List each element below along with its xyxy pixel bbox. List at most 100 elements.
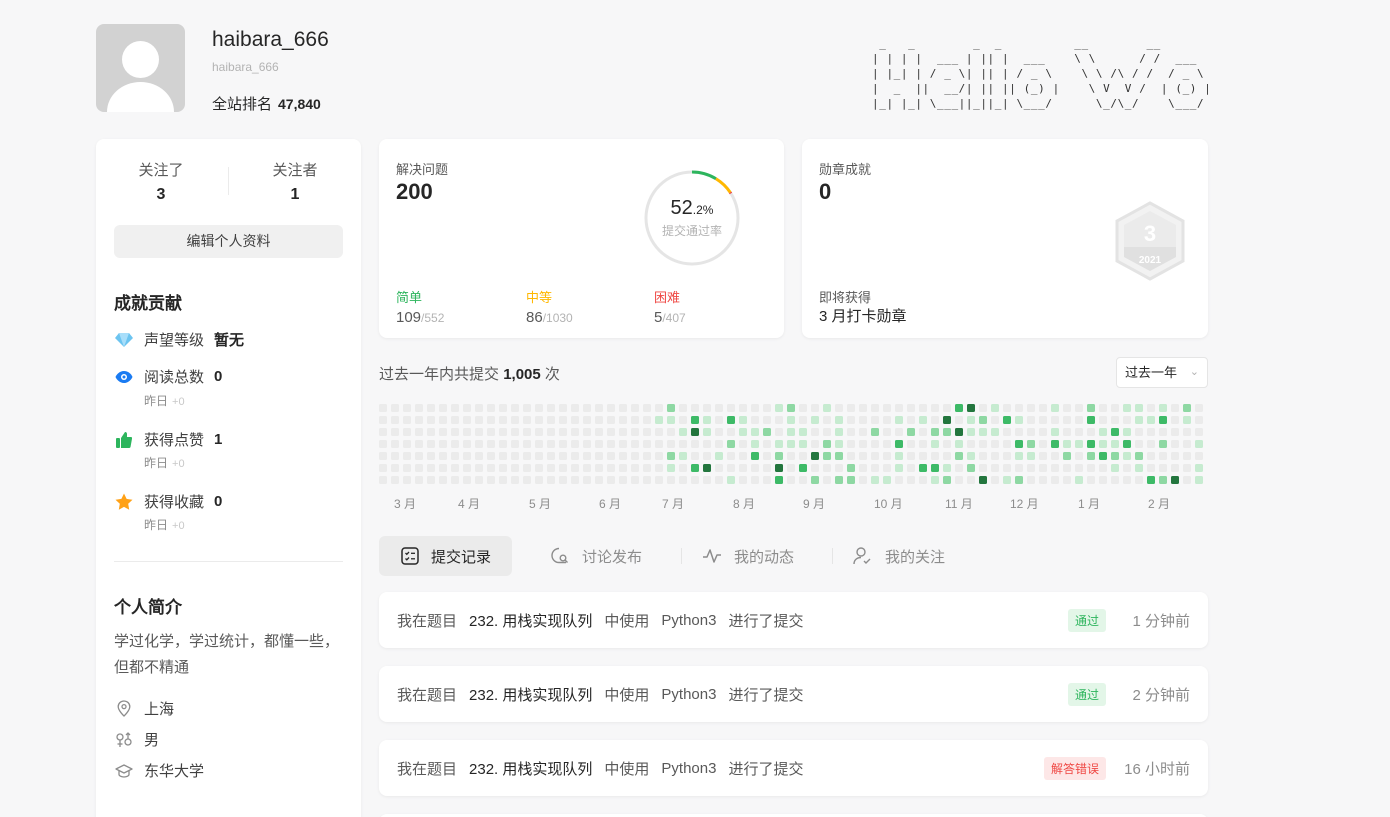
heatmap-cell — [511, 440, 519, 448]
heatmap-cell — [799, 476, 807, 484]
badge-icon[interactable]: 3 2021 — [1114, 201, 1186, 281]
tab-activity[interactable]: 我的动态 — [702, 536, 794, 576]
heatmap-cell — [631, 464, 639, 472]
following-label: 关注了 — [138, 162, 184, 179]
heatmap-cell — [859, 464, 867, 472]
heatmap-cell — [1039, 452, 1047, 460]
heatmap-cell — [859, 428, 867, 436]
heatmap-cell — [871, 404, 879, 412]
heatmap-cell — [1147, 464, 1155, 472]
summary-count: 1,005 — [503, 366, 541, 383]
heatmap-cell — [703, 476, 711, 484]
heatmap-cell — [607, 404, 615, 412]
heatmap-cell — [523, 404, 531, 412]
submission-prefix: 我在题目 — [397, 760, 458, 778]
heatmap-cell — [415, 464, 423, 472]
heatmap-cell — [979, 428, 987, 436]
avatar[interactable] — [96, 24, 185, 112]
heatmap-cell — [967, 476, 975, 484]
heatmap-cell — [655, 428, 663, 436]
problem-link[interactable]: 232. 用栈实现队列 — [469, 610, 592, 631]
heatmap-cell — [979, 416, 987, 424]
heatmap-cell — [739, 440, 747, 448]
heatmap-cell — [775, 476, 783, 484]
heatmap-cell — [499, 476, 507, 484]
heatmap-cell — [967, 452, 975, 460]
heatmap-cell — [991, 404, 999, 412]
heatmap-cell — [595, 440, 603, 448]
heatmap-cell — [775, 452, 783, 460]
heatmap-cell — [655, 452, 663, 460]
heatmap-cell — [931, 404, 939, 412]
heatmap-cell — [787, 464, 795, 472]
ascii-art: _ _ _ _ __ __ _ _ | | | | ___ | || | ___… — [872, 37, 1208, 110]
heatmap-cell — [487, 440, 495, 448]
heatmap-cell — [391, 416, 399, 424]
problem-link[interactable]: 232. 用栈实现队列 — [469, 758, 592, 779]
heatmap-cell — [811, 476, 819, 484]
yesterday-label: 昨日 — [144, 394, 169, 408]
heatmap-cell — [1027, 440, 1035, 448]
month-label: 3 月 — [394, 497, 417, 511]
heatmap-cell — [715, 416, 723, 424]
heatmap-cell — [1195, 452, 1203, 460]
submission-row[interactable]: 我在题目 232. 用栈实现队列 中使用 Python3 进行了提交 通过 2 … — [379, 666, 1208, 722]
rank-label: 全站排名 — [212, 96, 273, 113]
heatmap-cell — [379, 476, 387, 484]
heatmap-cell — [727, 428, 735, 436]
heatmap-cell — [379, 404, 387, 412]
heatmap-cell — [883, 452, 891, 460]
heatmap-cell — [691, 440, 699, 448]
heatmap-cell — [463, 416, 471, 424]
range-select-value: 过去一年 — [1125, 365, 1178, 380]
heatmap-cell — [895, 464, 903, 472]
month-label: 12 月 — [1010, 497, 1039, 511]
month-label: 11 月 — [945, 497, 973, 511]
heatmap-cell — [979, 476, 987, 484]
heatmap-cell — [583, 440, 591, 448]
heatmap-cell — [463, 440, 471, 448]
tab-submissions[interactable]: 提交记录 — [379, 536, 512, 576]
heatmap-cell — [571, 440, 579, 448]
heatmap-cell — [739, 452, 747, 460]
heatmap-cell — [667, 428, 675, 436]
heatmap-cell — [1063, 416, 1071, 424]
heatmap-cell — [955, 428, 963, 436]
followers-stat[interactable]: 关注者 1 — [230, 159, 360, 204]
submission-row[interactable]: 我在题目 232. 用栈实现队列 中使用 Python3 进行了提交 解答错误 … — [379, 740, 1208, 796]
heatmap-cell — [511, 476, 519, 484]
submission-language: Python3 — [661, 611, 717, 629]
tab-discussions[interactable]: 讨论发布 — [550, 536, 642, 576]
following-stat[interactable]: 关注了 3 — [96, 159, 226, 204]
submission-row[interactable]: 我在题目 232. 用栈实现队列 中使用 Python3 进行了提交 通过 1 … — [379, 592, 1208, 648]
hard-stat: 困难 5/407 — [654, 287, 686, 326]
summary-suffix: 次 — [544, 366, 560, 383]
tab-following[interactable]: 我的关注 — [853, 536, 945, 576]
heatmap-cell — [763, 428, 771, 436]
heatmap-cell — [511, 404, 519, 412]
edit-profile-button[interactable]: 编辑个人资料 — [114, 225, 343, 258]
heatmap-cell — [943, 440, 951, 448]
heatmap-cell — [439, 476, 447, 484]
chevron-down-icon: ⌄ — [1189, 366, 1199, 378]
heatmap-cell — [1027, 452, 1035, 460]
heatmap-cell — [715, 404, 723, 412]
heatmap-cell — [1123, 428, 1131, 436]
heatmap-cell — [1039, 476, 1047, 484]
heatmap-cell — [967, 440, 975, 448]
achievements-title: 成就贡献 — [114, 294, 182, 313]
heatmap-cell — [739, 404, 747, 412]
heatmap-cell — [1015, 428, 1023, 436]
heatmap-cell — [451, 428, 459, 436]
range-select[interactable]: 过去一年 ⌄ — [1116, 357, 1208, 388]
heatmap-cell — [1099, 440, 1107, 448]
heatmap-cell — [415, 452, 423, 460]
heatmap-cell — [1087, 428, 1095, 436]
heatmap-cell — [871, 428, 879, 436]
heatmap-cell — [907, 452, 915, 460]
heatmap-cell — [943, 416, 951, 424]
problem-link[interactable]: 232. 用栈实现队列 — [469, 684, 592, 705]
solved-label: 解决问题 — [396, 162, 449, 177]
heatmap-cell — [619, 404, 627, 412]
heatmap-cell — [955, 404, 963, 412]
